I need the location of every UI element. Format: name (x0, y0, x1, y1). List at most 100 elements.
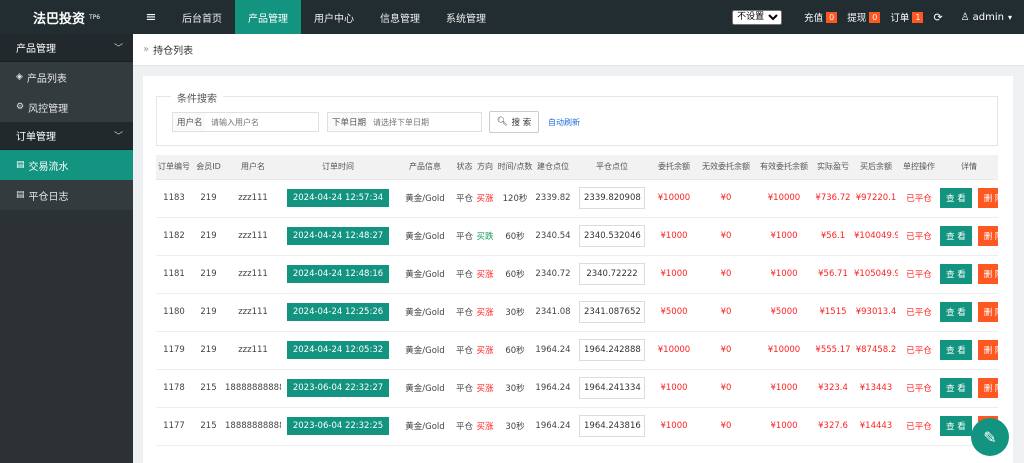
user-icon: ♙ (960, 11, 970, 23)
sidebar-item-risk-control[interactable]: ⚙ 风控管理 (0, 92, 133, 122)
cell-uid: 215 (192, 407, 225, 446)
sidebar-group-orders[interactable]: 订单管理 ﹀ (0, 122, 133, 150)
cell-actions: 查 看删 除 (940, 255, 998, 294)
search-button-label: 搜 索 (511, 118, 532, 128)
cell-ctrl: 已平仓 (898, 255, 940, 294)
cell-open: 1964.24 (534, 331, 572, 370)
view-button[interactable]: 查 看 (940, 188, 972, 208)
cell-valid: ¥1000 (756, 407, 812, 446)
view-button[interactable]: 查 看 (940, 264, 972, 284)
cell-pnl: ¥323.4 (812, 369, 854, 408)
cell-uid: 219 (192, 217, 225, 256)
cell-pnl: ¥1515 (812, 293, 854, 332)
cell-user: 18888888888 (225, 369, 281, 408)
cell-ctrl: 已平仓 (898, 407, 940, 446)
refresh-icon[interactable]: ⟳ (933, 11, 942, 24)
cell-dir: 买涨 (474, 255, 496, 294)
search-icon: 🔍︎ (496, 117, 508, 127)
sidebar-item-transactions[interactable]: ▤ 交易流水 (0, 150, 133, 180)
cell-dur: 60秒 (496, 255, 534, 294)
setting-select[interactable]: 不设置 (732, 9, 783, 25)
list-icon: ▤ (16, 190, 25, 200)
delete-button[interactable]: 删 除 (977, 378, 998, 398)
column-header: 用户名 (225, 155, 281, 180)
search-button[interactable]: 🔍︎ 搜 索 (489, 111, 539, 133)
cell-amount: ¥1000 (652, 217, 696, 256)
view-button[interactable]: 查 看 (940, 340, 972, 360)
leaf-icon: ✎ (983, 427, 997, 447)
cell-valid: ¥10000 (756, 331, 812, 370)
withdraw-link[interactable]: 提现 0 (847, 10, 881, 24)
cell-dir: 买跌 (474, 217, 496, 256)
nav-tab-products[interactable]: 产品管理 (235, 0, 301, 34)
delete-button[interactable]: 删 除 (977, 226, 998, 246)
cell-actions: 查 看删 除 (940, 179, 998, 218)
order-date-label: 下单日期 (327, 112, 372, 132)
close-price-field[interactable]: 2340.532046 (579, 225, 645, 247)
cell-dur: 30秒 (496, 407, 534, 446)
cell-close: 1964.242888 (572, 331, 652, 370)
cell-time: 2023-06-04 22:32:27 (281, 369, 395, 408)
nav-tab-system[interactable]: 系统管理 (433, 0, 499, 34)
view-button[interactable]: 查 看 (940, 416, 972, 436)
breadcrumb: » 持仓列表 (133, 34, 1024, 66)
close-price-field[interactable]: 2340.72222 (579, 263, 645, 285)
nav-tab-info[interactable]: 信息管理 (367, 0, 433, 34)
cell-invalid: ¥0 (696, 331, 756, 370)
username-label: 用户名 (172, 112, 208, 132)
delete-button[interactable]: 删 除 (977, 340, 998, 360)
view-button[interactable]: 查 看 (940, 302, 972, 322)
sidebar-group-products[interactable]: 产品管理 ﹀ (0, 34, 133, 62)
column-header: 建仓点位 (534, 155, 572, 180)
column-header: 单控操作 (898, 155, 940, 180)
cell-id: 1182 (156, 217, 192, 256)
column-header: 有效委托余额 (756, 155, 812, 180)
cell-status: 平仓 (455, 293, 474, 332)
order-date-input[interactable] (367, 112, 482, 132)
cell-uid: 219 (192, 255, 225, 294)
cell-valid: ¥5000 (756, 293, 812, 332)
close-price-field[interactable]: 1964.243816 (579, 415, 645, 437)
username-input[interactable] (205, 112, 319, 132)
order-time-badge: 2024-04-24 12:57:34 (286, 189, 390, 207)
close-price-field[interactable]: 2339.820908 (579, 187, 645, 209)
auto-refresh-link[interactable]: 自动刷新 (548, 117, 580, 128)
view-button[interactable]: 查 看 (940, 226, 972, 246)
recharge-link[interactable]: 充值 0 (804, 10, 838, 24)
cell-time: 2024-04-24 12:25:26 (281, 293, 395, 332)
close-price-field[interactable]: 1964.242888 (579, 339, 645, 361)
table-row: 1177 215 18888888888 2023-06-04 22:32:25 黄金/… (156, 407, 998, 446)
cell-id: 1178 (156, 369, 192, 408)
cell-dur: 30秒 (496, 293, 534, 332)
close-price-field[interactable]: 1964.241334 (579, 377, 645, 399)
column-header: 买后余额 (854, 155, 898, 180)
cell-invalid: ¥0 (696, 255, 756, 294)
cell-dur: 120秒 (496, 179, 534, 218)
table-row: 1178 215 18888888888 2023-06-04 22:32:27 黄金/… (156, 369, 998, 408)
cell-actions: 查 看删 除 (940, 331, 998, 370)
float-action-button[interactable]: ✎ (971, 418, 1009, 456)
nav-tab-users[interactable]: 用户中心 (301, 0, 367, 34)
cell-dur: 60秒 (496, 331, 534, 370)
sidebar-item-product-list[interactable]: ◈ 产品列表 (0, 62, 133, 92)
delete-button[interactable]: 删 除 (977, 302, 998, 322)
chevron-down-icon: ﹀ (113, 44, 123, 54)
delete-button[interactable]: 删 除 (977, 264, 998, 284)
order-link[interactable]: 订单 1 (890, 10, 924, 24)
logo[interactable]: 法巴投资 TP6 (0, 0, 133, 34)
user-menu[interactable]: ♙ admin ▾ (961, 12, 1012, 23)
view-button[interactable]: 查 看 (940, 378, 972, 398)
delete-button[interactable]: 删 除 (977, 188, 998, 208)
gear-icon: ⚙ (16, 102, 25, 112)
sidebar-item-close-log[interactable]: ▤ 平仓日志 (0, 180, 133, 210)
table-row: 1181 219 zzz111 2024-04-24 12:48:16 黄金/Gold 平… (156, 255, 998, 294)
cell-status: 平仓 (455, 217, 474, 256)
breadcrumb-current: 持仓列表 (153, 46, 194, 57)
menu-toggle-icon[interactable]: ≡ (133, 0, 169, 34)
cell-dir: 买涨 (474, 331, 496, 370)
cell-status: 平仓 (455, 331, 474, 370)
close-price-field[interactable]: 2341.087652 (579, 301, 645, 323)
nav-tab-home[interactable]: 后台首页 (169, 0, 235, 34)
cell-valid: ¥1000 (756, 369, 812, 408)
cell-time: 2024-04-24 12:48:27 (281, 217, 395, 256)
